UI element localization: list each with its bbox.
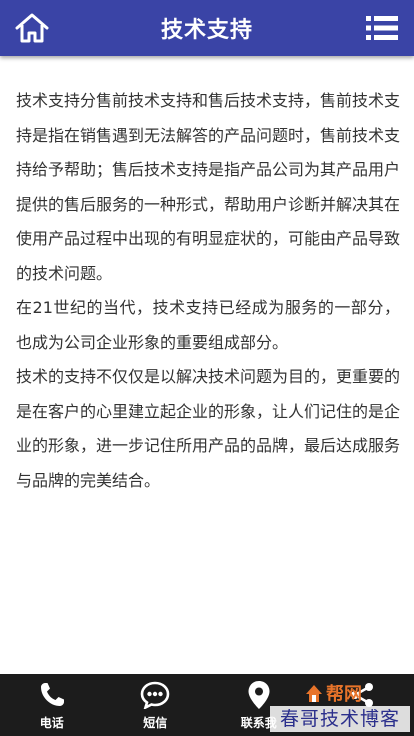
paragraph-3: 技术的支持不仅仅是以解决技术问题为目的，更重要的是在客户的心里建立起企业的形象，… bbox=[16, 367, 401, 490]
contact-label: 联系我 bbox=[240, 716, 277, 730]
phone-icon bbox=[40, 683, 64, 706]
bottom-toolbar: 电话 短信 联系我 bbox=[0, 674, 414, 736]
page-title: 技术支持 bbox=[160, 18, 253, 43]
top-nav-bar: 技术支持 bbox=[0, 0, 414, 56]
sms-button[interactable]: 短信 bbox=[104, 674, 208, 736]
paragraph-2: 在21世纪的当代，技术支持已经成为服务的一部分，也成为公司企业形象的重要组成部分… bbox=[16, 298, 400, 352]
paragraph-1: 技术支持分售前技术支持和售后技术支持，售前技术支持是指在销售遇到无法解答的产品问… bbox=[16, 91, 401, 283]
sms-label: 短信 bbox=[143, 716, 168, 730]
call-label: 电话 bbox=[39, 716, 64, 730]
home-icon bbox=[15, 13, 49, 43]
share-icon bbox=[351, 683, 374, 707]
location-pin-icon bbox=[248, 681, 270, 709]
home-button[interactable] bbox=[10, 8, 54, 48]
page: 技术支持 技术支持分售前技术支持和售后技术支持，售前技术支持是指在销售遇到无法解… bbox=[0, 0, 414, 736]
sms-icon bbox=[140, 681, 170, 709]
share-button[interactable] bbox=[311, 674, 414, 736]
article-body: 技术支持分售前技术支持和售后技术支持，售前技术支持是指在销售遇到无法解答的产品问… bbox=[16, 84, 400, 498]
menu-button[interactable] bbox=[360, 8, 404, 48]
menu-icon bbox=[366, 16, 398, 40]
call-button[interactable]: 电话 bbox=[0, 674, 104, 736]
contact-button[interactable]: 联系我 bbox=[207, 674, 311, 736]
